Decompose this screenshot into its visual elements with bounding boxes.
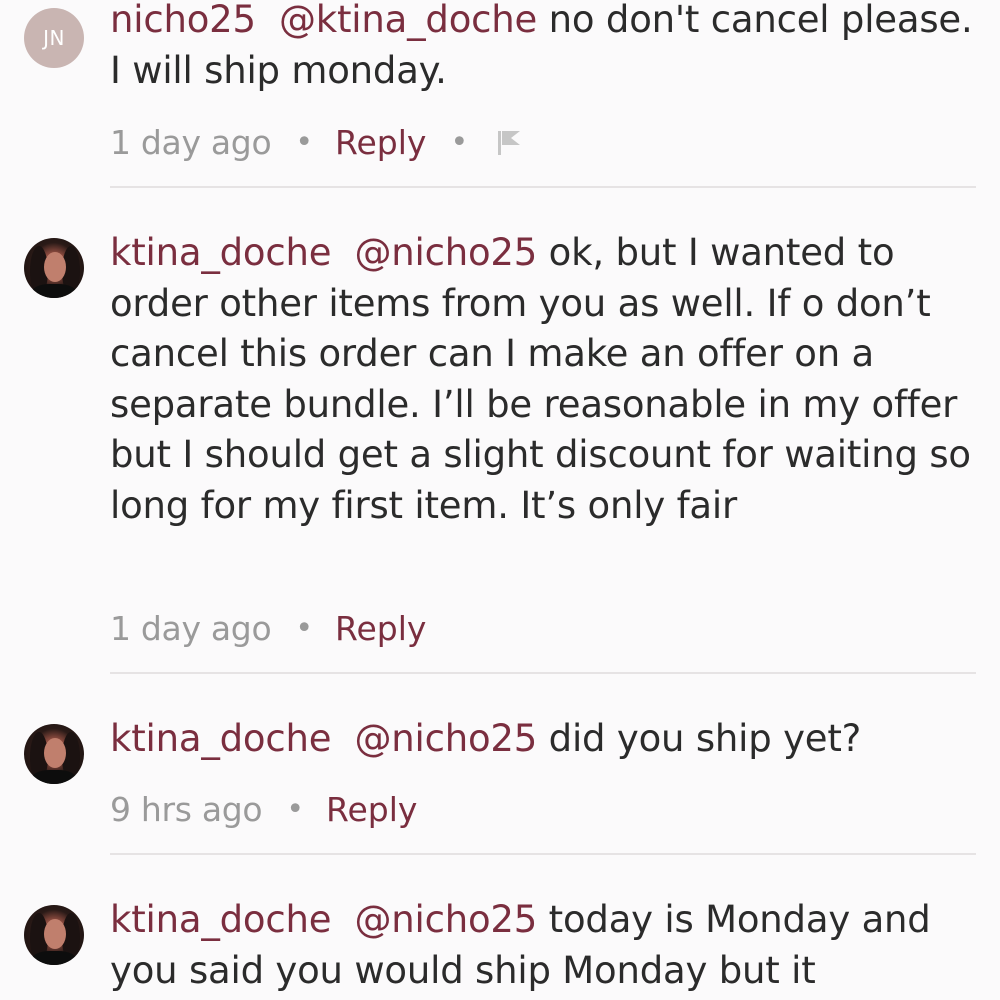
separator-dot: • [295, 610, 314, 646]
reply-button[interactable]: Reply [326, 790, 417, 829]
comment-username[interactable]: nicho25 [110, 0, 256, 41]
comment-mention[interactable]: @ktina_doche [279, 0, 537, 41]
comment-username[interactable]: ktina_doche [110, 231, 332, 274]
comment-mention[interactable]: @nicho25 [354, 898, 537, 941]
comment-mention[interactable]: @nicho25 [354, 231, 537, 274]
avatar[interactable] [24, 905, 84, 965]
separator-dot: • [450, 124, 469, 160]
comment-body: did you ship yet? [537, 717, 862, 760]
separator-dot: • [286, 791, 305, 827]
comment-text: ktina_doche @nicho25 today is Monday and… [110, 895, 980, 996]
avatar[interactable] [24, 238, 84, 298]
comment-divider [110, 853, 976, 855]
comment-meta: 9 hrs ago • Reply [110, 784, 417, 834]
comment-meta: 1 day ago • Reply • [110, 117, 524, 167]
avatar[interactable] [24, 724, 84, 784]
separator-dot: • [295, 124, 314, 160]
comment-meta: 1 day ago • Reply [110, 603, 426, 653]
comment-timestamp: 1 day ago [110, 122, 272, 162]
flag-icon[interactable] [494, 127, 524, 157]
avatar-initials: JN [43, 26, 65, 50]
avatar[interactable]: JN [24, 8, 84, 68]
comment-divider [110, 672, 976, 674]
comment-username[interactable]: ktina_doche [110, 717, 332, 760]
comment-text: nicho25 @ktina_doche no don't cancel ple… [110, 0, 980, 96]
comment-mention[interactable]: @nicho25 [354, 717, 537, 760]
comment-timestamp: 1 day ago [110, 608, 272, 648]
reply-button[interactable]: Reply [335, 609, 426, 648]
comment-divider [110, 186, 976, 188]
comment-timestamp: 9 hrs ago [110, 789, 263, 829]
comment-text: ktina_doche @nicho25 ok, but I wanted to… [110, 228, 980, 531]
reply-button[interactable]: Reply [335, 123, 426, 162]
comment-text: ktina_doche @nicho25 did you ship yet? [110, 714, 980, 765]
comment-username[interactable]: ktina_doche [110, 898, 332, 941]
comment-body: ok, but I wanted to order other items fr… [110, 231, 971, 527]
